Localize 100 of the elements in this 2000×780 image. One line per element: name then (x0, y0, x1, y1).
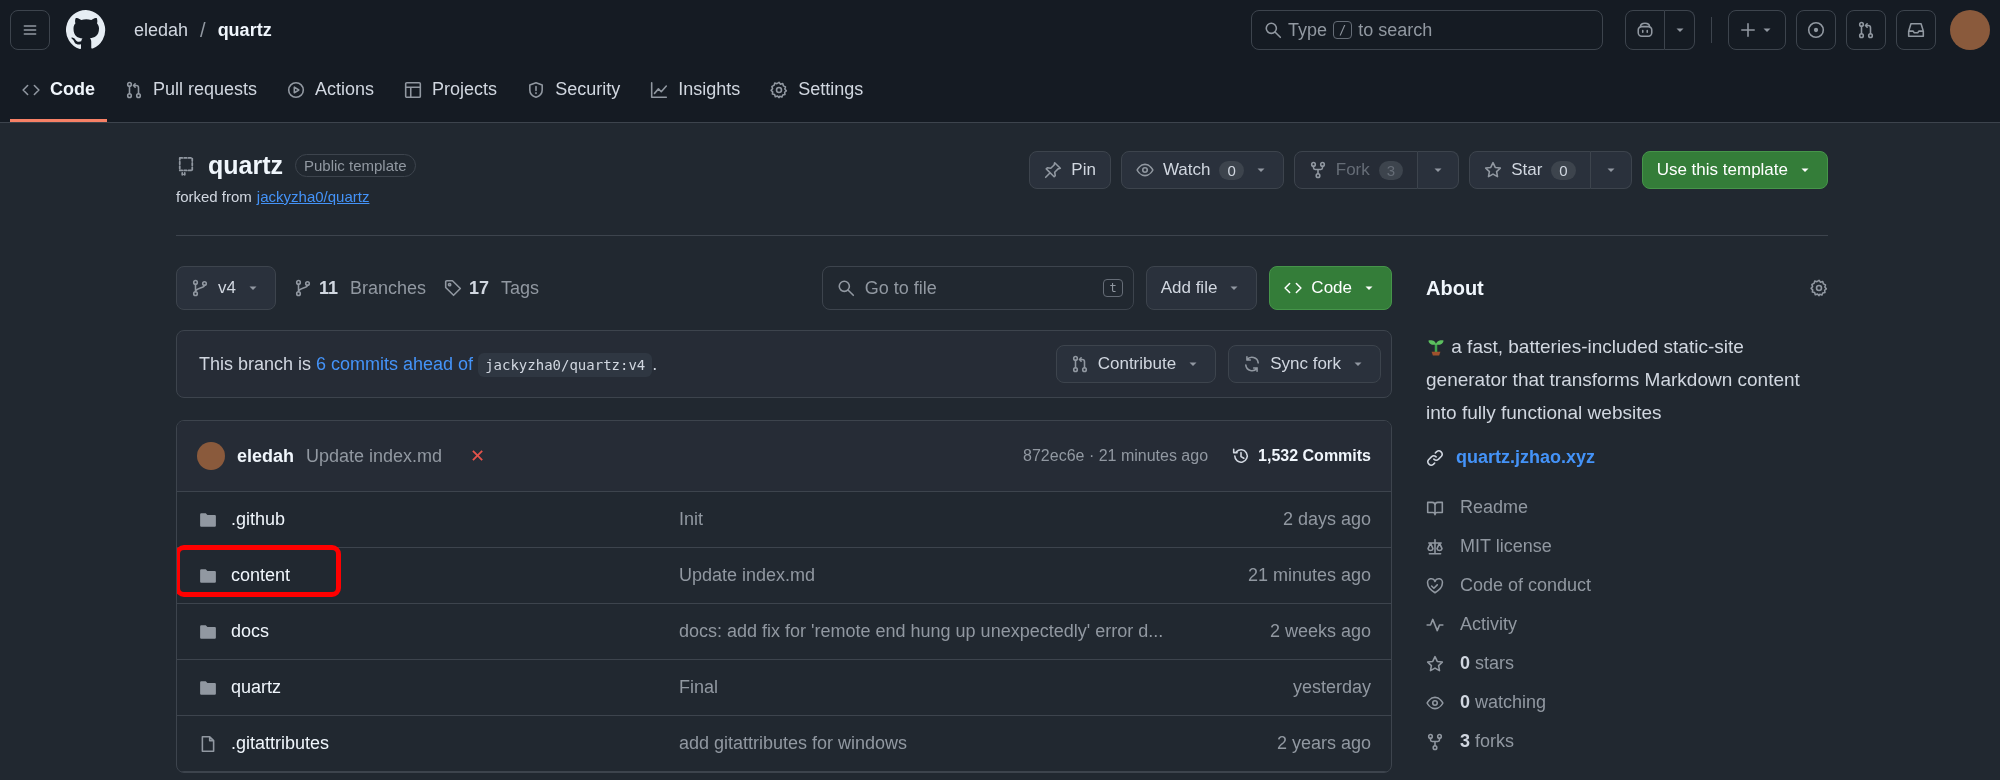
star-button[interactable]: Star 0 (1469, 151, 1591, 189)
commit-time: yesterday (1292, 677, 1371, 698)
go-to-file-field[interactable]: Go to file t (821, 266, 1134, 310)
branch-selector[interactable]: v4 (176, 266, 276, 310)
pull-request-icon (1857, 21, 1875, 39)
count-badge: 0 (1551, 160, 1576, 180)
shortcut-key: t (1103, 279, 1123, 297)
branch-status-text: This branch is 6 commits ahead of jackyzha0/quartz:v4 . (199, 353, 658, 375)
commit-message[interactable]: Init (679, 509, 1283, 530)
branch-ref: jackyzha0/quartz:v4 (478, 352, 653, 377)
owner-link[interactable]: eledah (134, 19, 189, 41)
gear-icon (770, 80, 789, 99)
search-icon (836, 279, 855, 297)
table-icon (404, 80, 423, 99)
repo-tab[interactable]: Actions (275, 60, 387, 122)
menu-button[interactable] (10, 10, 50, 50)
about-link[interactable]: Readme (1426, 488, 1828, 527)
graph-icon (650, 80, 669, 99)
pin-icon (1044, 161, 1063, 179)
use-template-button[interactable]: Use this template (1641, 151, 1828, 189)
file-name[interactable]: docs (231, 621, 270, 642)
avatar[interactable] (1950, 10, 1990, 50)
about-link[interactable]: 0 stars (1426, 644, 1828, 683)
website-link[interactable]: quartz.jzhao.xyz (1426, 447, 1828, 468)
repo-tab[interactable]: Projects (392, 60, 510, 122)
repo-tab[interactable]: Security (515, 60, 633, 122)
pull-requests-button[interactable] (1846, 10, 1886, 50)
heart-icon (1426, 576, 1444, 595)
play-icon (287, 80, 306, 99)
shortcut-key: / (1333, 21, 1353, 39)
copilot-button[interactable] (1625, 10, 1665, 50)
repo-tab[interactable]: Insights (638, 60, 753, 122)
commit-time: 2 weeks ago (1269, 621, 1371, 642)
upstream-link[interactable]: jackyzha0/quartz (256, 188, 370, 205)
sync-icon (1243, 355, 1262, 373)
commit-time: 2 years ago (1276, 733, 1371, 754)
commits-link[interactable]: 1,532 Commits (1232, 447, 1371, 465)
file-name[interactable]: .github (231, 509, 286, 530)
settings-button[interactable] (1810, 279, 1828, 297)
commit-time: 2 days ago (1282, 509, 1371, 530)
repo-tab[interactable]: Pull requests (113, 60, 270, 122)
code-button[interactable]: Code (1269, 266, 1392, 310)
file-name[interactable]: content (231, 565, 291, 586)
tag-icon (444, 279, 463, 297)
commit-message[interactable]: add gitattributes for windows (679, 733, 1277, 754)
repo-description: a fast, batteries-included static-site generator that transforms Markdown content into fully functional websites (1426, 335, 1801, 425)
search-field[interactable]: Type / to search (1251, 10, 1603, 50)
search-icon (1264, 21, 1282, 39)
issue-icon (1807, 21, 1825, 39)
scale-icon (1426, 537, 1444, 556)
star-icon (1426, 654, 1444, 673)
sync-fork-button[interactable]: Sync fork (1228, 345, 1381, 383)
path-separator: / (200, 18, 206, 42)
failed-status-icon[interactable]: ✕ (470, 445, 486, 467)
search-placeholder: Type (1288, 19, 1328, 41)
about-link[interactable]: Activity (1426, 605, 1828, 644)
about-link[interactable]: 3 forks (1426, 722, 1828, 761)
about-link[interactable]: 0 watching (1426, 683, 1828, 722)
shield-icon (527, 80, 546, 99)
go-to-file-placeholder: Go to file (864, 277, 938, 299)
pr-icon (125, 80, 143, 99)
about-link[interactable]: Code of conduct (1426, 566, 1828, 605)
author-avatar (197, 442, 225, 470)
commit-message[interactable]: docs: add fix for 'remote end hung up unexpectedly' error d... (679, 621, 1270, 642)
commit-message[interactable]: Final (679, 677, 1293, 698)
inbox-icon (1907, 21, 1925, 39)
file-icon (199, 734, 217, 753)
octocat-logo[interactable] (66, 10, 106, 50)
repo-link[interactable]: quartz (217, 19, 272, 41)
tags-link[interactable]: 17 Tags (444, 277, 540, 299)
pull-request-icon (1070, 355, 1089, 373)
inbox-button[interactable] (1896, 10, 1936, 50)
create-button[interactable] (1728, 10, 1786, 50)
repo-tab[interactable]: Code (10, 60, 107, 122)
settings-icon (1810, 279, 1828, 297)
pin-button[interactable]: Pin (1029, 151, 1111, 189)
file-name[interactable]: .gitattributes (231, 733, 330, 754)
link-icon (1426, 448, 1444, 467)
about-heading: About (1426, 276, 1484, 300)
add-file-button[interactable]: Add file (1145, 266, 1258, 310)
commits-ahead-link[interactable]: 6 commits ahead of (316, 353, 474, 374)
about-link[interactable]: MIT license (1426, 527, 1828, 566)
count-badge: 0 (1219, 160, 1244, 180)
repo-name[interactable]: quartz (208, 151, 283, 180)
repo-template-icon (176, 155, 196, 176)
issues-button[interactable] (1796, 10, 1836, 50)
commit-message[interactable]: Update index.md (679, 565, 1248, 586)
branches-link[interactable]: 11 Branches (293, 277, 427, 299)
file-name[interactable]: quartz (231, 677, 282, 698)
search-placeholder: to search (1358, 19, 1433, 41)
commit-author[interactable]: eledah (237, 445, 295, 467)
commit-meta[interactable]: 872ec6e · 21 minutes ago (1023, 447, 1209, 465)
fork-icon (1426, 732, 1444, 751)
watch-button[interactable]: Watch 0 (1120, 151, 1284, 189)
repo-tab[interactable]: Settings (758, 60, 876, 122)
contribute-button[interactable]: Contribute (1055, 345, 1217, 383)
branch-icon (191, 279, 209, 297)
commit-message[interactable]: Update index.md (306, 445, 443, 467)
folder-icon (199, 510, 217, 529)
robot-icon (1636, 21, 1654, 39)
